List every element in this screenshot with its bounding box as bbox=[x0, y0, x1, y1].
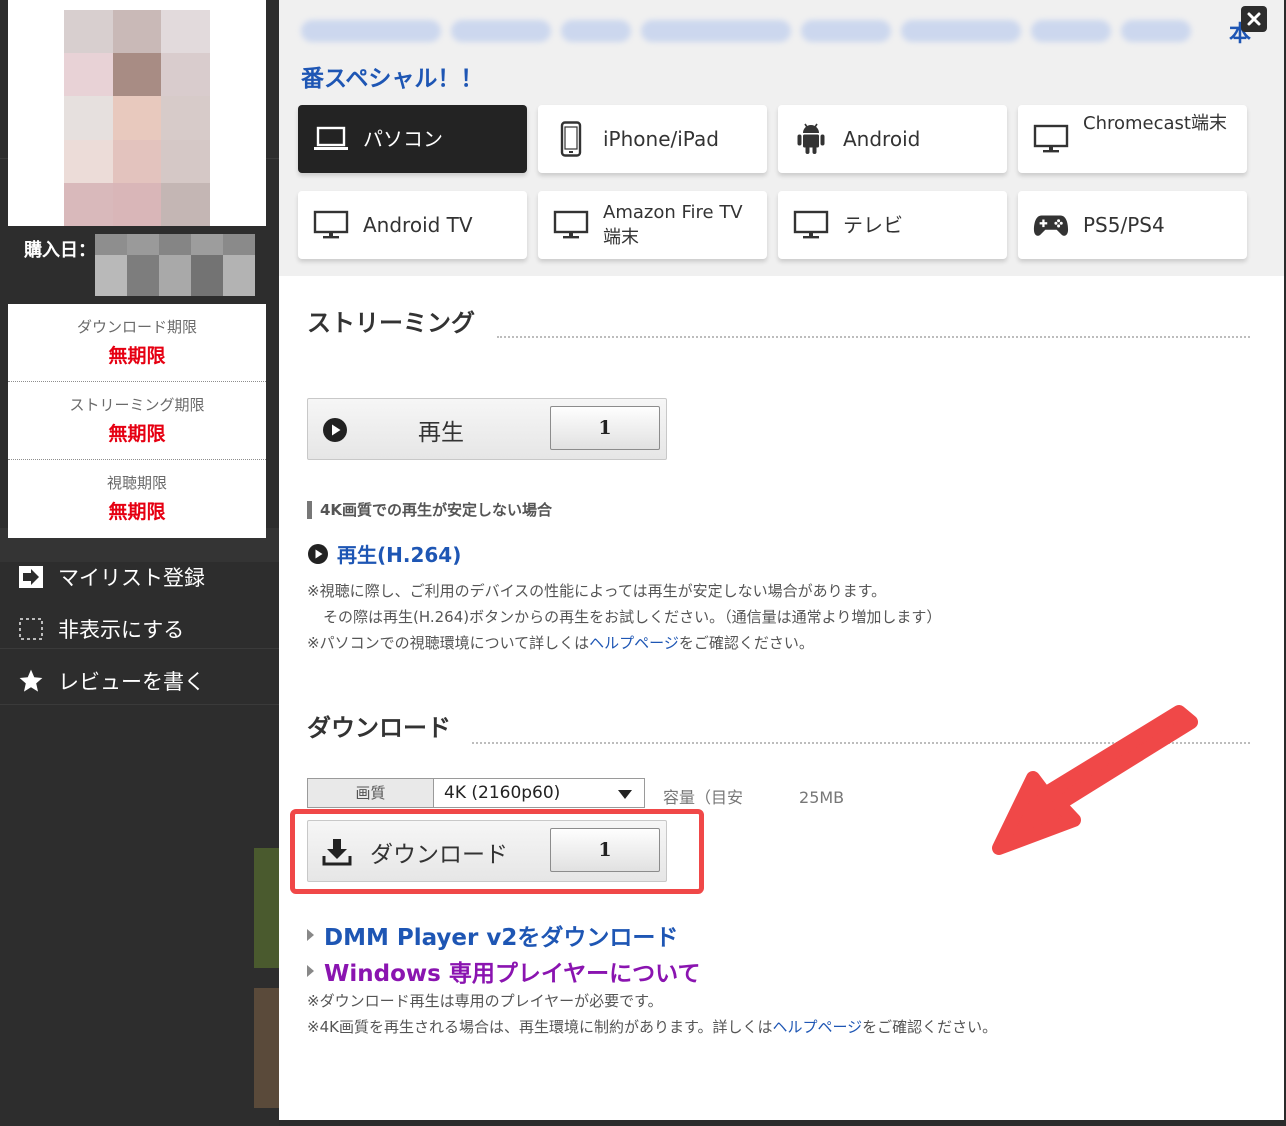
capacity-suffix: 25MB bbox=[799, 788, 845, 807]
device-tab-iphone[interactable]: iPhone/iPad bbox=[538, 105, 767, 173]
device-label: Chromecast端末 bbox=[1083, 113, 1227, 134]
obscured-thumbnail bbox=[254, 988, 279, 1108]
capacity-text: 容量（目安 25MB bbox=[663, 784, 844, 808]
obscured-thumbnail bbox=[254, 848, 279, 968]
title-redacted bbox=[301, 20, 1231, 46]
device-label: パソコン bbox=[363, 127, 443, 151]
device-label: Android bbox=[843, 127, 921, 151]
capacity-prefix: 容量（目安 bbox=[663, 788, 744, 807]
download-notes: ※ダウンロード再生は専用のプレイヤーが必要です。 ※4K画質を再生される場合は、… bbox=[307, 988, 997, 1040]
period-label: 視聴期限 bbox=[106, 474, 167, 492]
device-tab-fire-tv[interactable]: Amazon Fire TV端末 bbox=[538, 191, 767, 259]
download-heading: ダウンロード bbox=[307, 714, 451, 742]
device-label: PS5/PS4 bbox=[1083, 213, 1165, 237]
device-label: テレビ bbox=[843, 213, 903, 237]
quality-label: 画質 bbox=[308, 779, 434, 807]
help-page-link[interactable]: ヘルプページ bbox=[772, 1018, 862, 1036]
period-label: ダウンロード期限 bbox=[76, 318, 197, 336]
highlight-box bbox=[290, 809, 704, 894]
period-value: 無期限 bbox=[108, 345, 166, 367]
device-label: Android TV bbox=[363, 213, 473, 237]
device-tabs: パソコン iPhone/iPad Android Chromecast端末 An… bbox=[298, 105, 1248, 259]
streaming-period: ストリーミング期限 無期限 bbox=[8, 382, 266, 460]
hide-button[interactable]: 非表示にする bbox=[18, 614, 184, 644]
play-icon bbox=[323, 418, 347, 442]
dmm-player-link-row[interactable]: DMM Player v2をダウンロード bbox=[307, 918, 678, 952]
streaming-notes: ※視聴に際し、ご利用のデバイスの性能によっては再生が安定しない場合があります。 … bbox=[307, 578, 941, 656]
star-icon bbox=[19, 669, 43, 692]
note-text: ※4K画質を再生される場合は、再生環境に制約があります。詳しくは bbox=[307, 1018, 773, 1036]
purchase-date-label: 購入日： bbox=[24, 240, 96, 261]
action-label: 非表示にする bbox=[58, 618, 185, 642]
device-tab-pc[interactable]: パソコン bbox=[298, 105, 527, 173]
download-period: ダウンロード期限 無期限 bbox=[8, 304, 266, 382]
play-count-button[interactable]: 1 bbox=[550, 406, 660, 450]
windows-player-link-row[interactable]: Windows 専用プレイヤーについて bbox=[307, 954, 700, 988]
device-tab-chromecast[interactable]: Chromecast端末 bbox=[1018, 105, 1247, 173]
add-to-mylist-button[interactable]: マイリスト登録 bbox=[18, 562, 205, 592]
note-line: ※パソコンでの視聴環境について詳しくはヘルプページをご確認ください。 bbox=[307, 630, 941, 656]
period-value: 無期限 bbox=[108, 501, 166, 523]
dmm-player-link[interactable]: DMM Player v2をダウンロード bbox=[324, 918, 678, 952]
add-to-list-icon bbox=[19, 566, 43, 588]
period-label: ストリーミング期限 bbox=[69, 396, 205, 414]
annotation-arrow bbox=[992, 705, 1198, 855]
streaming-heading: ストリーミング bbox=[307, 309, 475, 337]
gamepad-icon bbox=[1033, 215, 1069, 236]
monitor-icon bbox=[793, 210, 829, 239]
chevron-right-icon bbox=[307, 965, 314, 977]
modal-header: 本 番スペシャル！！ パソコン iPhone/iPad Android Chro… bbox=[279, 0, 1284, 276]
hide-icon bbox=[19, 618, 43, 640]
quality-selected: 4K (2160p60) bbox=[444, 783, 561, 803]
device-tab-tv[interactable]: テレビ bbox=[778, 191, 1007, 259]
chevron-right-icon bbox=[307, 929, 314, 941]
monitor-icon bbox=[313, 210, 349, 239]
action-label: マイリスト登録 bbox=[58, 566, 205, 590]
note-text: をご確認ください。 bbox=[678, 634, 814, 652]
play-h264-link[interactable]: 再生(H.264) bbox=[307, 539, 461, 568]
period-list: ダウンロード期限 無期限 ストリーミング期限 無期限 視聴期限 無期限 bbox=[8, 304, 266, 538]
left-sidebar: 購入日： ダウンロード期限 無期限 ストリーミング期限 無期限 視聴期限 無期限… bbox=[0, 0, 279, 1126]
play-label: 再生 bbox=[418, 420, 464, 446]
device-label: Amazon Fire TV端末 bbox=[603, 201, 743, 248]
help-page-link[interactable]: ヘルプページ bbox=[589, 634, 679, 652]
note-line: ※ダウンロード再生は専用のプレイヤーが必要です。 bbox=[307, 992, 663, 1010]
purchase-date-redacted bbox=[95, 234, 255, 296]
viewing-period: 視聴期限 無期限 bbox=[8, 460, 266, 538]
close-button[interactable] bbox=[1241, 6, 1267, 32]
play-button[interactable]: 再生 1 bbox=[307, 398, 667, 460]
write-review-button[interactable]: レビューを書く bbox=[18, 666, 205, 696]
phone-icon bbox=[560, 121, 582, 157]
quality-select[interactable]: 画質 4K (2160p60) bbox=[307, 778, 645, 808]
play-icon bbox=[308, 543, 328, 564]
note-line: ※4K画質を再生される場合は、再生環境に制約があります。詳しくはヘルプページをご… bbox=[307, 1014, 997, 1040]
monitor-icon bbox=[1033, 124, 1069, 153]
divider bbox=[497, 336, 1250, 338]
note-heading: 4K画質での再生が安定しない場合 bbox=[307, 501, 552, 519]
note-text: をご確認ください。 bbox=[862, 1018, 998, 1036]
title-text: 番スペシャル！！ bbox=[301, 66, 484, 92]
note-line: その際は再生(H.264)ボタンからの再生をお試しください。（通信量は通常より増… bbox=[323, 608, 942, 626]
close-icon bbox=[1247, 12, 1261, 26]
laptop-icon bbox=[314, 126, 348, 150]
quality-value[interactable]: 4K (2160p60) bbox=[434, 779, 644, 807]
note-text: ※パソコンでの視聴環境について詳しくは bbox=[307, 634, 590, 652]
h264-label: 再生(H.264) bbox=[337, 543, 462, 567]
period-value: 無期限 bbox=[108, 423, 166, 445]
device-tab-ps[interactable]: PS5/PS4 bbox=[1018, 191, 1247, 259]
pixelated-image bbox=[64, 10, 210, 226]
android-icon bbox=[797, 123, 825, 154]
note-line: ※視聴に際し、ご利用のデバイスの性能によっては再生が安定しない場合があります。 bbox=[307, 582, 887, 600]
chevron-down-icon bbox=[618, 790, 632, 799]
device-label: iPhone/iPad bbox=[603, 127, 719, 151]
playback-modal: 本 番スペシャル！！ パソコン iPhone/iPad Android Chro… bbox=[279, 0, 1284, 1120]
windows-player-link[interactable]: Windows 専用プレイヤーについて bbox=[324, 954, 700, 988]
product-thumbnail[interactable] bbox=[8, 0, 266, 226]
monitor-icon bbox=[553, 210, 589, 239]
device-tab-android-tv[interactable]: Android TV bbox=[298, 191, 527, 259]
device-tab-android[interactable]: Android bbox=[778, 105, 1007, 173]
action-label: レビューを書く bbox=[58, 670, 205, 694]
